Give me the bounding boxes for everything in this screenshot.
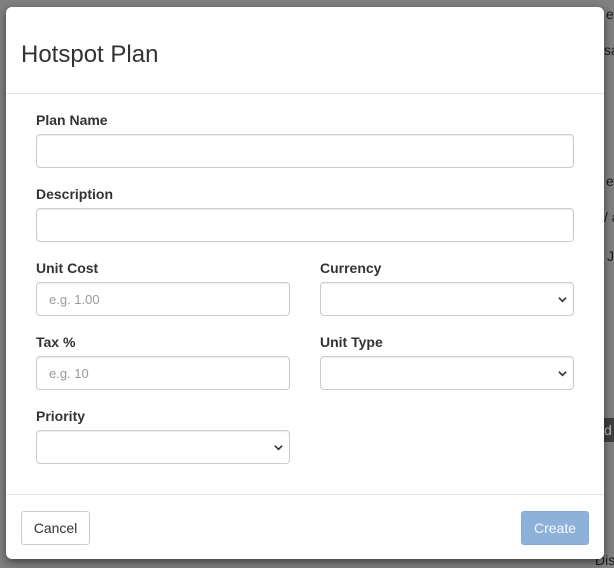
currency-select[interactable] [320,282,574,316]
plan-name-input[interactable] [36,134,574,168]
currency-group: Currency [320,260,574,316]
cancel-button[interactable]: Cancel [21,511,90,545]
description-group: Description [36,186,574,242]
description-input[interactable] [36,208,574,242]
modal-header: Hotspot Plan [6,7,604,94]
priority-label: Priority [36,408,86,424]
unit-cost-input[interactable] [36,282,290,316]
unit-type-select[interactable] [320,356,574,390]
tax-group: Tax % [36,334,290,390]
plan-name-group: Plan Name [36,112,574,168]
tax-label: Tax % [36,334,76,350]
tax-input[interactable] [36,356,290,390]
create-button[interactable]: Create [521,511,589,545]
currency-label: Currency [320,260,382,276]
plan-name-label: Plan Name [36,112,108,128]
background-text-fragment: / a [604,209,614,225]
modal-title: Hotspot Plan [21,41,159,68]
background-text-fragment: e [606,173,614,189]
unit-cost-label: Unit Cost [36,260,99,276]
background-text-fragment: sa [604,42,614,58]
priority-group: Priority [36,408,290,464]
hotspot-plan-modal: Hotspot Plan Plan Name Description Unit … [6,7,604,559]
unit-type-label: Unit Type [320,334,383,350]
unit-type-group: Unit Type [320,334,574,390]
background-text-fragment: d [604,422,612,438]
modal-body: Plan Name Description Unit Cost Currency… [6,94,604,495]
modal-footer: Cancel Create [6,494,604,559]
description-label: Description [36,186,114,202]
background-text-fragment: e [606,6,614,22]
priority-select[interactable] [36,430,290,464]
background-text-fragment: J [607,248,614,264]
unit-cost-group: Unit Cost [36,260,290,316]
